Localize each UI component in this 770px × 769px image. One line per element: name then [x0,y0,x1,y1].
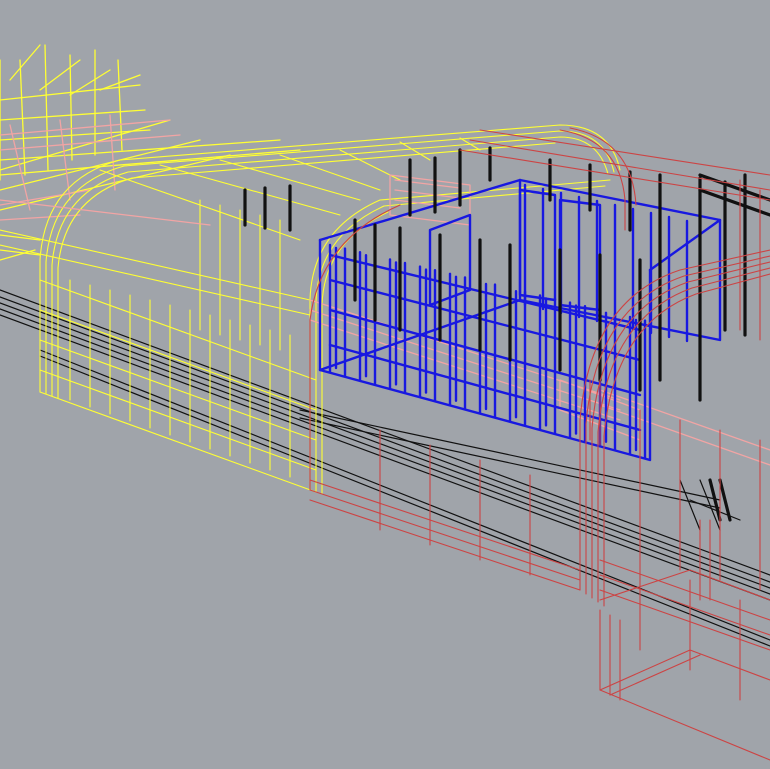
3d-viewport[interactable] [0,0,770,769]
wireframe-model [0,0,770,769]
viewport-background [0,0,770,769]
